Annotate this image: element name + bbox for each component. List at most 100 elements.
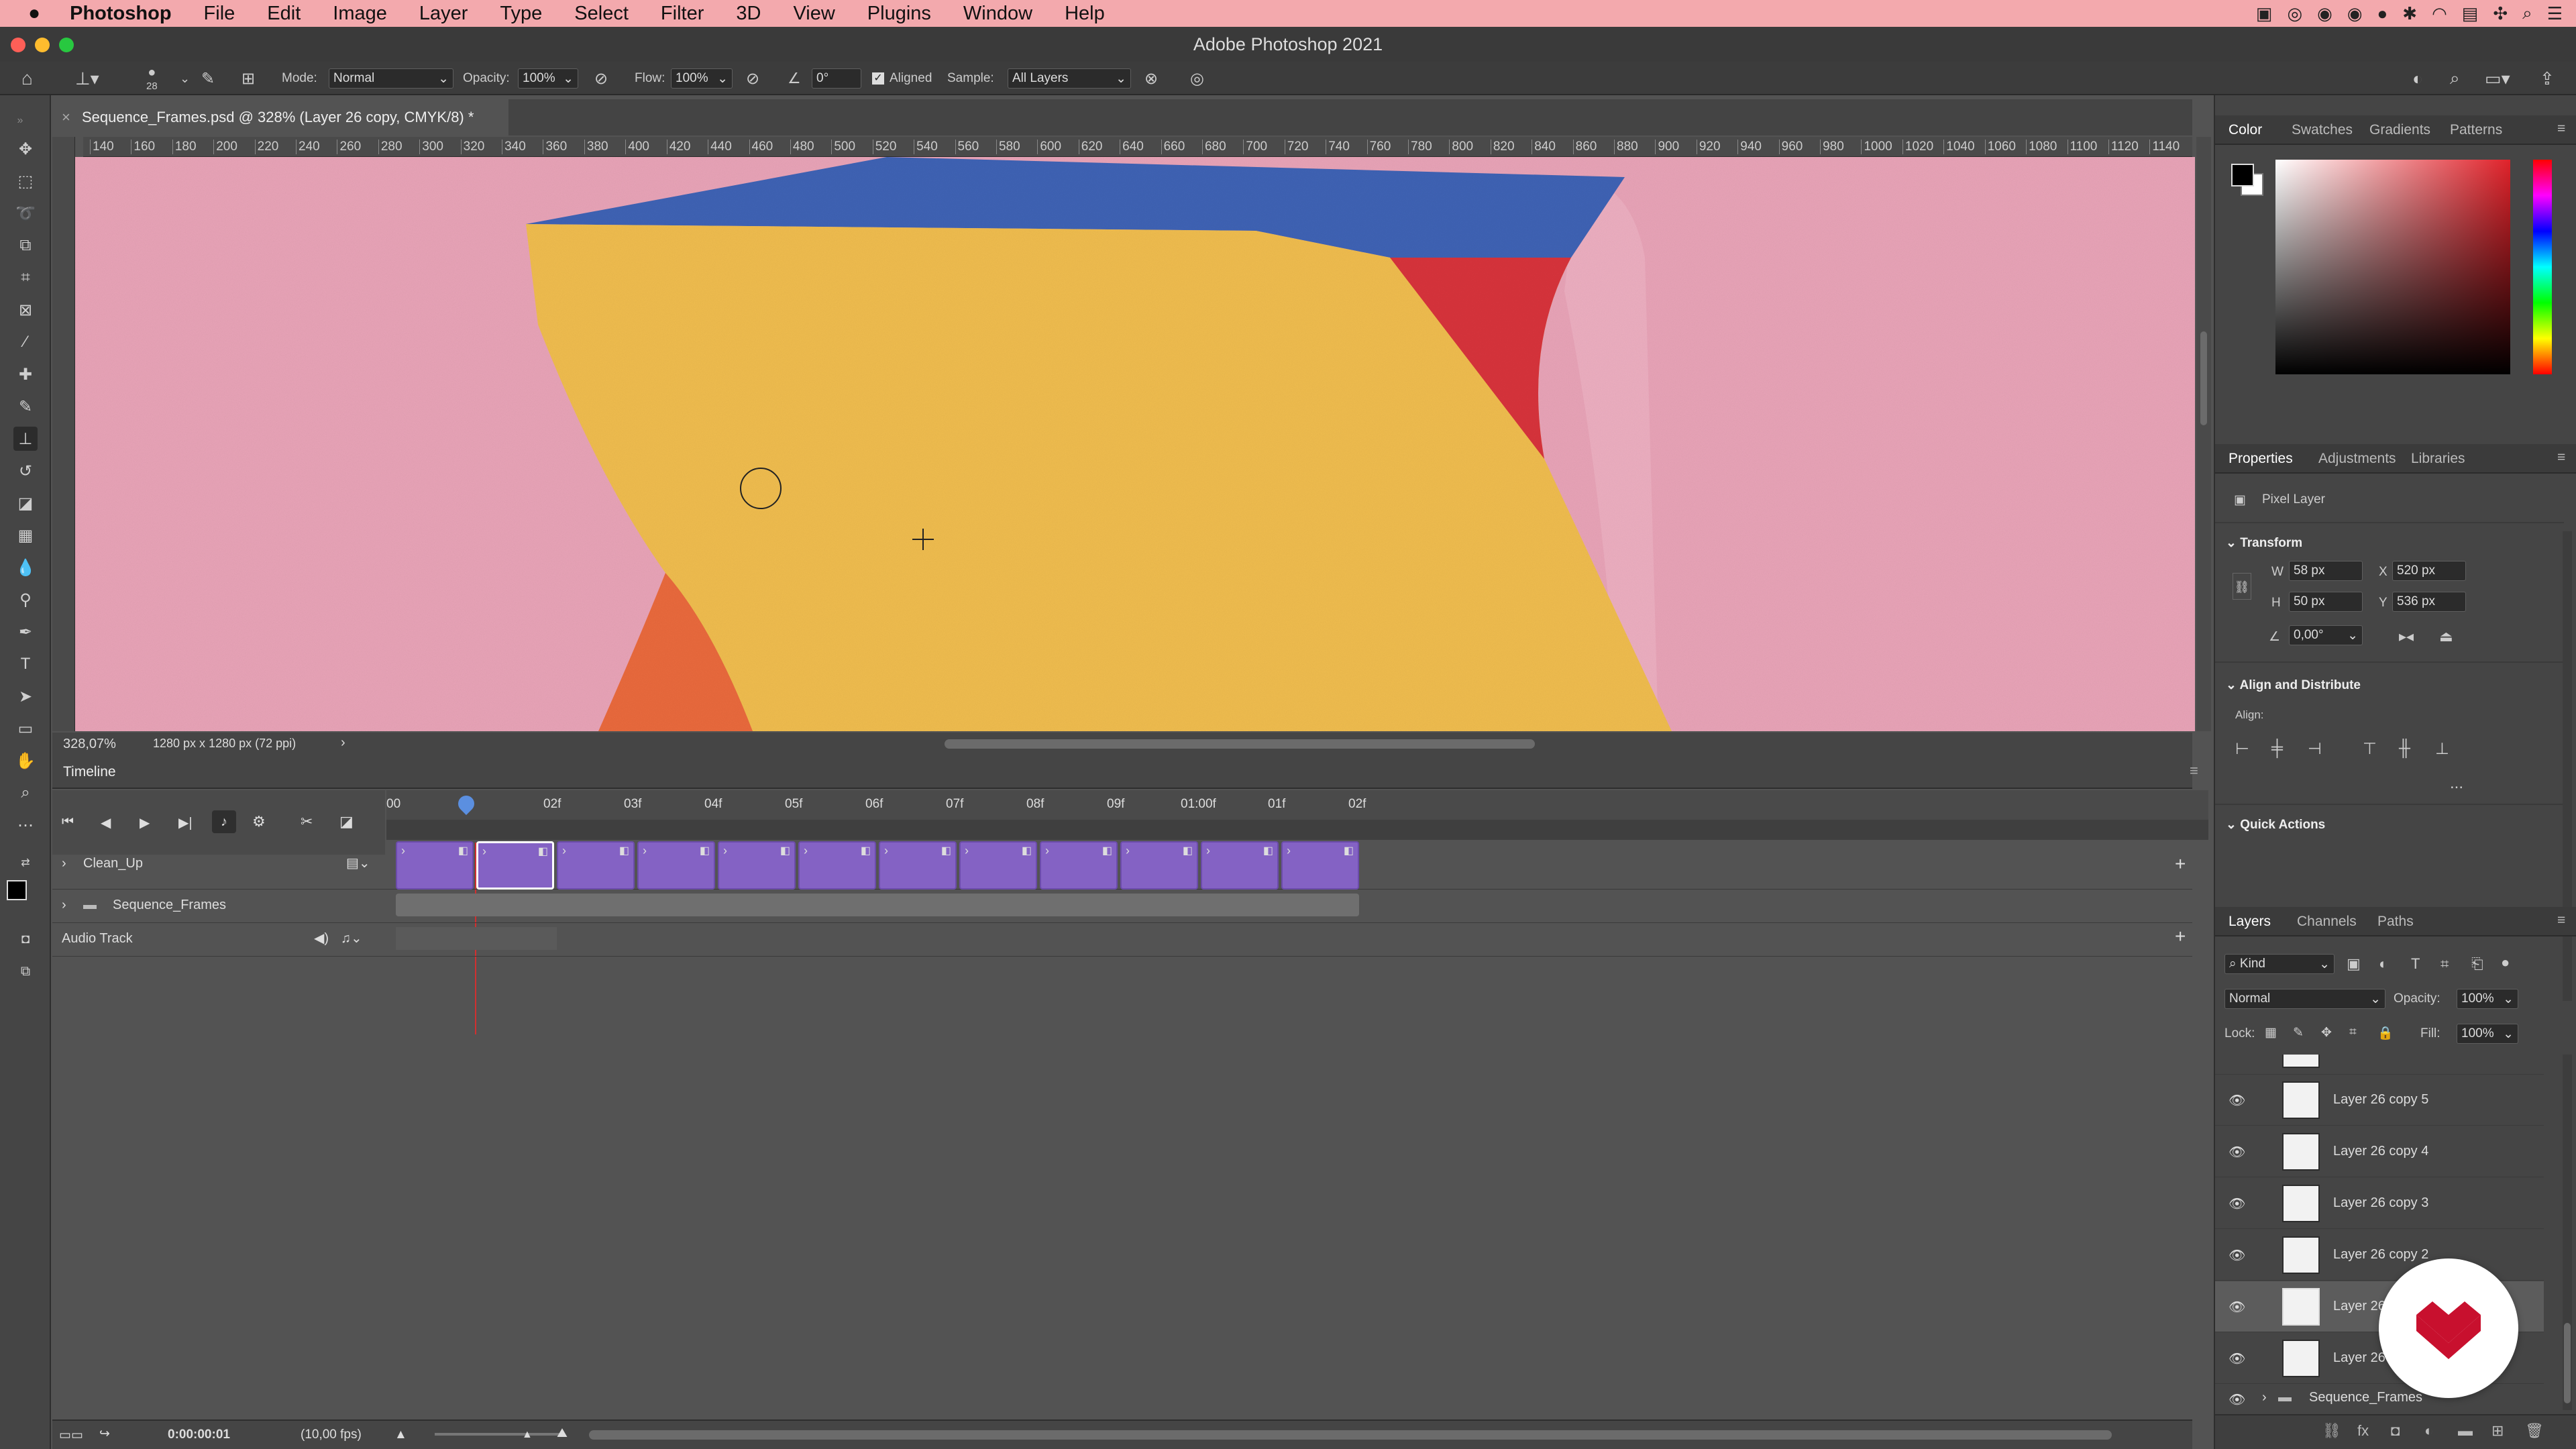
layer-filter-select[interactable]: ⌕ Kind ⌄: [2224, 954, 2334, 974]
zoom-slider[interactable]: [435, 1433, 562, 1436]
chevron-right-icon[interactable]: ›: [341, 735, 345, 751]
share-user-icon[interactable]: ◐: [2412, 62, 2423, 95]
eye-icon[interactable]: 👁: [2229, 1391, 2246, 1407]
panel-menu-icon[interactable]: ≡: [2557, 912, 2565, 928]
wifi-icon[interactable]: ◠: [2432, 3, 2447, 24]
horizontal-scrollbar[interactable]: [945, 739, 1535, 749]
timeline-frame[interactable]: › ◧: [1120, 841, 1198, 890]
brush-settings-icon[interactable]: ✎: [201, 62, 215, 95]
filter-pixel-icon[interactable]: ▣: [2347, 955, 2361, 973]
lock-all-icon[interactable]: 🔒: [2377, 1025, 2394, 1041]
clone-source-icon[interactable]: ⊞: [241, 62, 255, 95]
track-clean-up[interactable]: › Clean_Up ▤⌄ › ◧ › ◧ › ◧ › ◧ › ◧ › ◧ › ◧ › ◧ › ◧ › ◧ › ◧ › ◧ +: [52, 840, 2192, 890]
history-brush-tool-icon[interactable]: ↺: [13, 459, 38, 483]
align-center-icon[interactable]: ╪: [2271, 739, 2283, 758]
sync-icon[interactable]: ◎: [2287, 3, 2302, 24]
music-note-icon[interactable]: ♫⌄: [341, 930, 362, 947]
timeline-frame-selected[interactable]: › ◧: [476, 841, 554, 890]
tab-libraries[interactable]: Libraries: [2411, 451, 2465, 467]
creative-cloud-icon[interactable]: ▣: [2256, 3, 2273, 24]
fx-icon[interactable]: fx: [2357, 1422, 2369, 1440]
clip-options-icon[interactable]: ◧: [1263, 844, 1273, 857]
play-icon[interactable]: ▶: [140, 814, 150, 831]
align-middle-icon[interactable]: ╫: [2399, 739, 2410, 758]
chevron-right-icon[interactable]: ›: [62, 856, 66, 871]
previous-frame-icon[interactable]: ◀: [101, 814, 111, 831]
pressure-opacity-icon[interactable]: ⊘: [594, 62, 608, 95]
tab-adjustments[interactable]: Adjustments: [2318, 451, 2396, 467]
control-center-icon[interactable]: ☰: [2547, 3, 2563, 24]
time-ruler[interactable]: 00 02f 03f 04f 05f 06f 07f 08f 09f 01:00…: [386, 790, 2208, 820]
zoom-in-icon[interactable]: ⛰: [557, 1426, 568, 1441]
more-tools-icon[interactable]: ⋯: [13, 813, 38, 837]
audio-clip-area[interactable]: [396, 927, 557, 950]
workspace-icon[interactable]: ▭▾: [2485, 62, 2510, 95]
timeline-frame[interactable]: › ◧: [396, 841, 474, 890]
clone-stamp-preset-icon[interactable]: ⊥▾: [75, 62, 99, 95]
clip-options-icon[interactable]: ◧: [1344, 844, 1354, 857]
transition-in-icon[interactable]: ›: [482, 845, 486, 859]
layer-row[interactable]: [2215, 1055, 2544, 1075]
clip-options-icon[interactable]: ◧: [700, 844, 710, 857]
tab-color[interactable]: Color: [2229, 122, 2262, 138]
eye-icon[interactable]: 👁: [2229, 1247, 2246, 1263]
transition-in-icon[interactable]: ›: [1206, 844, 1210, 858]
split-icon[interactable]: ✂: [301, 813, 313, 830]
transition-icon[interactable]: ◪: [339, 813, 354, 830]
timeline-frame[interactable]: › ◧: [557, 841, 635, 890]
clip-options-icon[interactable]: ◧: [458, 844, 468, 857]
aligned-checkbox[interactable]: ✓ Aligned: [872, 62, 932, 95]
transition-in-icon[interactable]: ›: [643, 844, 647, 858]
document-tab[interactable]: × Sequence_Frames.psd @ 328% (Layer 26 c…: [52, 99, 508, 136]
blur-tool-icon[interactable]: 💧: [13, 555, 38, 580]
spotify-icon[interactable]: ◉: [2347, 3, 2363, 24]
panel-menu-icon[interactable]: ≡: [2557, 121, 2565, 137]
eye-icon[interactable]: 👁: [2229, 1350, 2246, 1366]
vertical-scrollbar[interactable]: [2196, 137, 2211, 731]
document-canvas[interactable]: [75, 157, 2195, 731]
zoom-out-icon[interactable]: ▲: [394, 1428, 407, 1442]
rotation-field[interactable]: 0,00° ⌄: [2289, 625, 2363, 645]
timeline-frame[interactable]: › ◧: [879, 841, 957, 890]
clip-options-icon[interactable]: ◧: [619, 844, 629, 857]
group-clip[interactable]: [396, 894, 1359, 916]
width-field[interactable]: 58 px: [2289, 561, 2363, 581]
align-section-title[interactable]: ⌄ Align and Distribute: [2226, 678, 2361, 693]
layer-row[interactable]: 👁 Layer 26 copy 4: [2215, 1126, 2544, 1177]
transition-in-icon[interactable]: ›: [1126, 844, 1130, 858]
new-layer-icon[interactable]: ⊞: [2491, 1422, 2504, 1440]
filter-smart-object-icon[interactable]: ⎗: [2471, 955, 2483, 973]
transform-section-title[interactable]: ⌄ Transform: [2226, 535, 2302, 551]
screen-mode-icon[interactable]: ⧉: [13, 959, 38, 983]
link-layers-icon[interactable]: ⛓: [2322, 1422, 2341, 1440]
y-field[interactable]: 536 px: [2392, 592, 2466, 612]
eye-icon[interactable]: 👁: [2229, 1195, 2246, 1212]
object-select-tool-icon[interactable]: ⧉: [13, 233, 38, 258]
tab-patterns[interactable]: Patterns: [2450, 122, 2502, 138]
blend-mode-select[interactable]: Normal ⌄: [2224, 989, 2385, 1009]
lock-artboard-icon[interactable]: ⌗: [2349, 1025, 2357, 1040]
apple-icon[interactable]: ●: [0, 2, 54, 25]
clone-stamp-tool-icon[interactable]: ⊥: [13, 427, 38, 451]
layers-scrollbar[interactable]: [2563, 1055, 2572, 1410]
transition-in-icon[interactable]: ›: [884, 844, 888, 858]
search-icon[interactable]: ⌕: [2450, 62, 2460, 95]
tab-layers[interactable]: Layers: [2229, 914, 2271, 930]
tab-channels[interactable]: Channels: [2297, 914, 2357, 930]
menu-type[interactable]: Type: [484, 3, 558, 25]
chevron-right-icon[interactable]: ›: [62, 898, 66, 913]
add-audio-icon[interactable]: +: [2175, 926, 2186, 947]
lock-pixels-icon[interactable]: ✎: [2293, 1025, 2304, 1040]
transition-in-icon[interactable]: ›: [562, 844, 566, 858]
transition-in-icon[interactable]: ›: [804, 844, 808, 858]
airbrush-icon[interactable]: ⊘: [746, 62, 759, 95]
track-sequence-frames[interactable]: › ▬ Sequence_Frames: [52, 890, 2192, 923]
quick-actions-section-title[interactable]: ⌄ Quick Actions: [2226, 817, 2325, 833]
home-icon[interactable]: ⌂: [21, 62, 33, 95]
filter-adjustment-icon[interactable]: ◐: [2379, 955, 2387, 973]
move-tool-icon[interactable]: ✥: [13, 137, 38, 161]
layer-row[interactable]: 👁 Layer 26 copy 5: [2215, 1075, 2544, 1126]
path-select-tool-icon[interactable]: ➤: [13, 684, 38, 708]
brush-tool-icon[interactable]: ✎: [13, 394, 38, 419]
timeline-scrollbar[interactable]: [589, 1430, 2112, 1440]
